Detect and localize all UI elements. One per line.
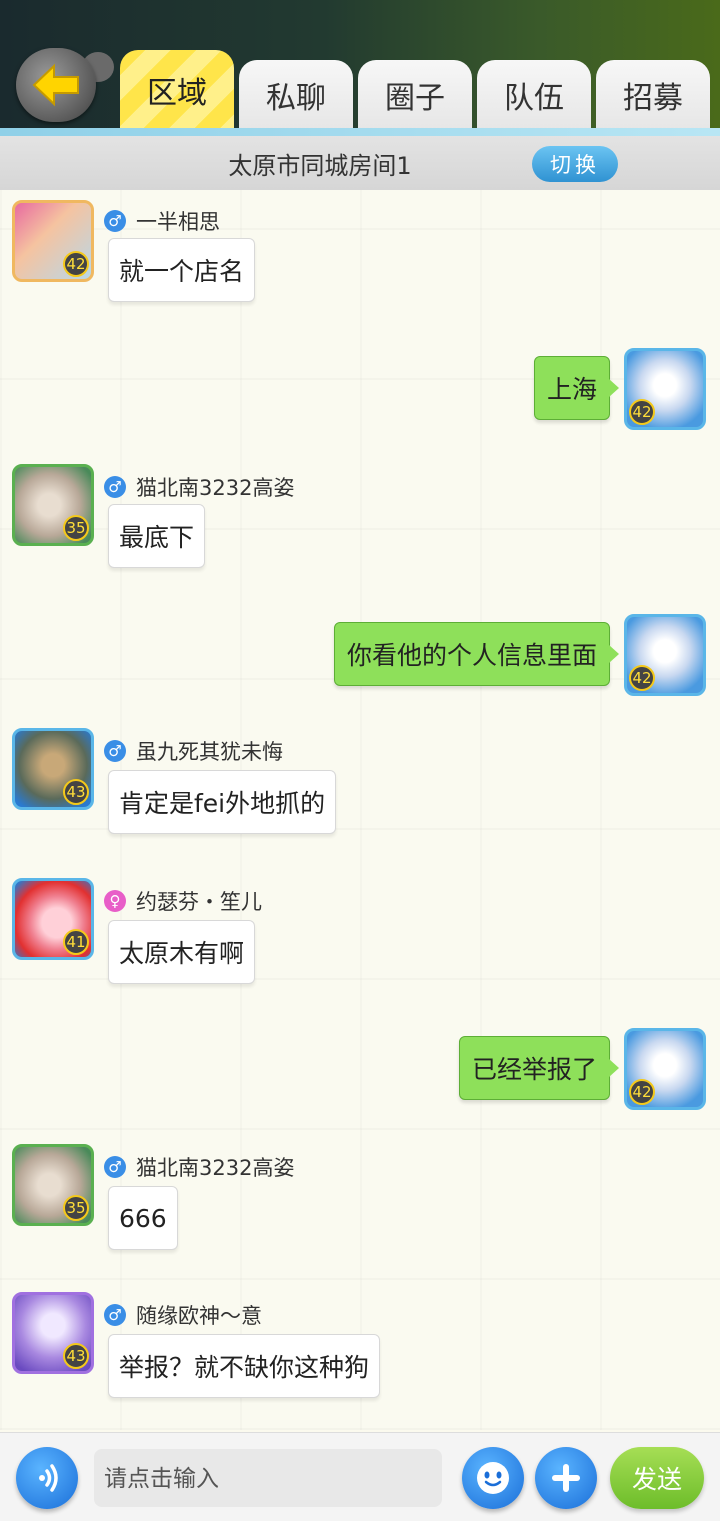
sender-name: 一半相思 bbox=[136, 210, 220, 234]
message-bubble[interactable]: 肯定是fei外地抓的 bbox=[108, 770, 337, 834]
switch-room-button[interactable]: 切换 bbox=[532, 146, 618, 182]
level-badge: 35 bbox=[63, 1195, 89, 1221]
message-bubble[interactable]: 666 bbox=[108, 1186, 178, 1250]
voice-button[interactable] bbox=[16, 1447, 78, 1509]
sender-name: 猫北南3232高姿 bbox=[136, 1156, 295, 1180]
avatar[interactable]: 35 bbox=[12, 1144, 94, 1226]
tab-circle[interactable]: 圈子 bbox=[358, 60, 472, 130]
sender-row: ♂ 随缘欧神～意 bbox=[104, 1300, 262, 1330]
emoji-button[interactable] bbox=[462, 1447, 524, 1509]
level-badge: 42 bbox=[629, 1079, 655, 1105]
more-button[interactable] bbox=[535, 1447, 597, 1509]
sender-row: ♂ 猫北南3232高姿 bbox=[104, 1152, 294, 1182]
level-badge: 43 bbox=[63, 1343, 89, 1369]
plus-icon bbox=[552, 1464, 580, 1492]
my-message-bubble[interactable]: 已经举报了 bbox=[458, 1036, 620, 1100]
level-badge: 43 bbox=[63, 779, 89, 805]
female-icon: ♀ bbox=[104, 890, 126, 912]
male-icon: ♂ bbox=[104, 476, 126, 498]
top-header: 区域 私聊 圈子 队伍 招募 bbox=[0, 0, 720, 136]
tab-recruit[interactable]: 招募 bbox=[596, 60, 710, 130]
sender-row: ♂ 猫北南3232高姿 bbox=[104, 472, 294, 502]
message-input[interactable] bbox=[94, 1449, 442, 1507]
sender-name: 约瑟芬・笙儿 bbox=[136, 890, 262, 914]
arrow-left-icon bbox=[32, 63, 79, 107]
tab-region[interactable]: 区域 bbox=[120, 50, 234, 130]
smiley-icon bbox=[477, 1462, 509, 1494]
room-name: 太原市同城房间1 bbox=[228, 151, 412, 180]
tab-bar: 区域 私聊 圈子 队伍 招募 bbox=[120, 50, 720, 132]
my-avatar[interactable]: 42 bbox=[624, 614, 706, 696]
input-bar: 发送 bbox=[0, 1432, 720, 1521]
my-message-bubble[interactable]: 你看他的个人信息里面 bbox=[333, 622, 620, 686]
male-icon: ♂ bbox=[104, 740, 126, 762]
avatar[interactable]: 43 bbox=[12, 1292, 94, 1374]
level-badge: 42 bbox=[629, 399, 655, 425]
male-icon: ♂ bbox=[104, 1304, 126, 1326]
tab-private-chat[interactable]: 私聊 bbox=[239, 60, 353, 130]
sender-row: ♂ 虽九死其犹未悔 bbox=[104, 736, 283, 766]
my-avatar[interactable]: 42 bbox=[624, 1028, 706, 1110]
message-bubble[interactable]: 举报？就不缺你这种狗 bbox=[108, 1334, 381, 1398]
back-button[interactable] bbox=[16, 48, 96, 122]
room-bar: 太原市同城房间1 切换 bbox=[0, 136, 720, 190]
avatar[interactable]: 35 bbox=[12, 464, 94, 546]
level-badge: 35 bbox=[63, 515, 89, 541]
my-avatar[interactable]: 42 bbox=[624, 348, 706, 430]
send-button[interactable]: 发送 bbox=[610, 1447, 704, 1509]
message-bubble[interactable]: 最底下 bbox=[108, 504, 206, 568]
tab-team[interactable]: 队伍 bbox=[477, 60, 591, 130]
sender-name: 猫北南3232高姿 bbox=[136, 476, 295, 500]
message-bubble[interactable]: 就一个店名 bbox=[108, 238, 256, 302]
sender-row: ♀ 约瑟芬・笙儿 bbox=[104, 886, 262, 916]
header-divider bbox=[0, 128, 720, 136]
avatar[interactable]: 42 bbox=[12, 200, 94, 282]
sender-row: ♂ 一半相思 bbox=[104, 206, 220, 236]
sender-name: 虽九死其犹未悔 bbox=[136, 740, 283, 764]
level-badge: 41 bbox=[63, 929, 89, 955]
message-bubble[interactable]: 太原木有啊 bbox=[108, 920, 256, 984]
avatar[interactable]: 41 bbox=[12, 878, 94, 960]
sender-name: 随缘欧神～意 bbox=[136, 1304, 262, 1328]
level-badge: 42 bbox=[63, 251, 89, 277]
level-badge: 42 bbox=[629, 665, 655, 691]
male-icon: ♂ bbox=[104, 1156, 126, 1178]
avatar[interactable]: 43 bbox=[12, 728, 94, 810]
male-icon: ♂ bbox=[104, 210, 126, 232]
my-message-bubble[interactable]: 上海 bbox=[533, 356, 620, 420]
voice-icon bbox=[39, 1464, 58, 1492]
